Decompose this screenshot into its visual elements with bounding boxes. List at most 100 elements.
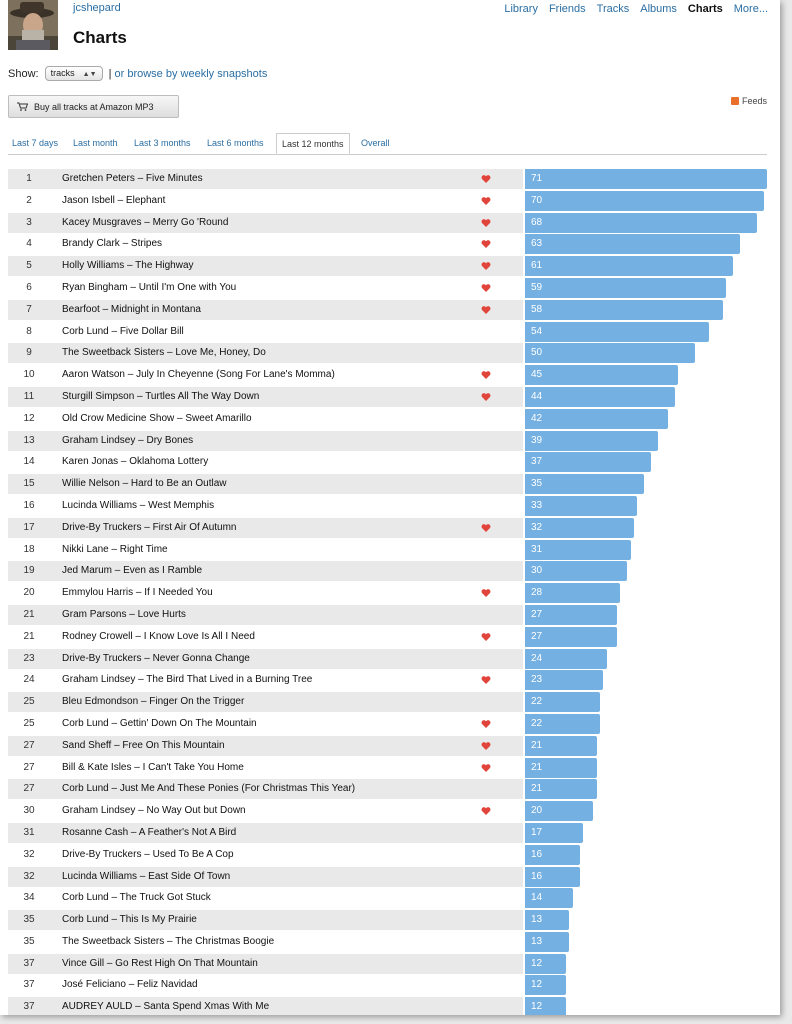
- browse-weekly-link[interactable]: or browse by weekly snapshots: [115, 68, 268, 80]
- playcount-bar[interactable]: 27: [525, 626, 617, 647]
- playcount-bar[interactable]: 30: [525, 561, 627, 582]
- loved-heart-icon[interactable]: [481, 675, 491, 685]
- playcount-bar[interactable]: 33: [525, 495, 637, 516]
- track-link[interactable]: Kacey Musgraves – Merry Go 'Round: [62, 213, 228, 233]
- playcount-bar[interactable]: 35: [525, 474, 644, 495]
- track-link[interactable]: Gretchen Peters – Five Minutes: [62, 169, 203, 189]
- playcount-bar[interactable]: 44: [525, 386, 675, 407]
- show-select[interactable]: tracks ▲▼: [44, 66, 103, 81]
- tab-last-6-months[interactable]: Last 6 months: [207, 133, 264, 153]
- track-link[interactable]: Bill & Kate Isles – I Can't Take You Hom…: [62, 758, 244, 778]
- track-link[interactable]: Lucinda Williams – East Side Of Town: [62, 867, 230, 887]
- track-link[interactable]: Corb Lund – The Truck Got Stuck: [62, 888, 211, 908]
- loved-heart-icon[interactable]: [481, 741, 491, 751]
- loved-heart-icon[interactable]: [481, 632, 491, 642]
- track-link[interactable]: Emmylou Harris – If I Needed You: [62, 583, 213, 603]
- playcount-bar[interactable]: 50: [525, 343, 695, 364]
- track-link[interactable]: Corb Lund – Gettin' Down On The Mountain: [62, 714, 257, 734]
- track-link[interactable]: The Sweetback Sisters – Love Me, Honey, …: [62, 343, 266, 363]
- playcount-bar[interactable]: 23: [525, 670, 603, 691]
- playcount-bar[interactable]: 22: [525, 713, 600, 734]
- track-link[interactable]: Drive-By Truckers – Never Gonna Change: [62, 649, 250, 669]
- playcount-bar[interactable]: 17: [525, 822, 583, 843]
- playcount-bar[interactable]: 54: [525, 321, 709, 342]
- playcount-bar[interactable]: 13: [525, 931, 569, 952]
- loved-heart-icon[interactable]: [481, 218, 491, 228]
- track-link[interactable]: Willie Nelson – Hard to Be an Outlaw: [62, 474, 227, 494]
- track-link[interactable]: Graham Lindsey – Dry Bones: [62, 431, 193, 451]
- track-link[interactable]: Bleu Edmondson – Finger On the Trigger: [62, 692, 244, 712]
- track-link[interactable]: Corb Lund – This Is My Prairie: [62, 910, 197, 930]
- playcount-bar[interactable]: 39: [525, 430, 658, 451]
- playcount-bar[interactable]: 12: [525, 997, 566, 1015]
- loved-heart-icon[interactable]: [481, 283, 491, 293]
- track-link[interactable]: Graham Lindsey – The Bird That Lived in …: [62, 670, 312, 690]
- track-link[interactable]: Sturgill Simpson – Turtles All The Way D…: [62, 387, 259, 407]
- track-link[interactable]: Aaron Watson – July In Cheyenne (Song Fo…: [62, 365, 335, 385]
- loved-heart-icon[interactable]: [481, 719, 491, 729]
- track-link[interactable]: Drive-By Truckers – Used To Be A Cop: [62, 845, 234, 865]
- playcount-bar[interactable]: 16: [525, 866, 580, 887]
- tab-last-month[interactable]: Last month: [73, 133, 118, 153]
- playcount-bar[interactable]: 12: [525, 953, 566, 974]
- playcount-bar[interactable]: 31: [525, 539, 631, 560]
- playcount-bar[interactable]: 16: [525, 844, 580, 865]
- loved-heart-icon[interactable]: [481, 806, 491, 816]
- loved-heart-icon[interactable]: [481, 196, 491, 206]
- track-link[interactable]: Drive-By Truckers – First Air Of Autumn: [62, 518, 236, 538]
- track-link[interactable]: Brandy Clark – Stripes: [62, 234, 162, 254]
- track-link[interactable]: Corb Lund – Five Dollar Bill: [62, 322, 184, 342]
- playcount-bar[interactable]: 13: [525, 910, 569, 931]
- playcount-bar[interactable]: 21: [525, 735, 597, 756]
- loved-heart-icon[interactable]: [481, 588, 491, 598]
- playcount-bar[interactable]: 32: [525, 517, 634, 538]
- nav-friends[interactable]: Friends: [549, 3, 586, 15]
- playcount-bar[interactable]: 42: [525, 408, 668, 429]
- playcount-bar[interactable]: 71: [525, 169, 767, 189]
- track-link[interactable]: Karen Jonas – Oklahoma Lottery: [62, 452, 208, 472]
- track-link[interactable]: Jason Isbell – Elephant: [62, 191, 165, 211]
- loved-heart-icon[interactable]: [481, 763, 491, 773]
- track-link[interactable]: Gram Parsons – Love Hurts: [62, 605, 186, 625]
- track-link[interactable]: José Feliciano – Feliz Navidad: [62, 975, 198, 995]
- loved-heart-icon[interactable]: [481, 523, 491, 533]
- nav-library[interactable]: Library: [504, 3, 538, 15]
- track-link[interactable]: Lucinda Williams – West Memphis: [62, 496, 214, 516]
- track-link[interactable]: Rodney Crowell – I Know Love Is All I Ne…: [62, 627, 255, 647]
- track-link[interactable]: Rosanne Cash – A Feather's Not A Bird: [62, 823, 236, 843]
- track-link[interactable]: The Sweetback Sisters – The Christmas Bo…: [62, 932, 274, 952]
- track-link[interactable]: Jed Marum – Even as I Ramble: [62, 561, 202, 581]
- playcount-bar[interactable]: 20: [525, 801, 593, 822]
- tab-last-7-days[interactable]: Last 7 days: [12, 133, 58, 153]
- playcount-bar[interactable]: 12: [525, 975, 566, 996]
- playcount-bar[interactable]: 45: [525, 365, 678, 386]
- track-link[interactable]: Corb Lund – Just Me And These Ponies (Fo…: [62, 779, 355, 799]
- loved-heart-icon[interactable]: [481, 239, 491, 249]
- playcount-bar[interactable]: 68: [525, 212, 757, 233]
- tab-last-3-months[interactable]: Last 3 months: [134, 133, 191, 153]
- playcount-bar[interactable]: 58: [525, 299, 723, 320]
- playcount-bar[interactable]: 21: [525, 757, 597, 778]
- playcount-bar[interactable]: 21: [525, 779, 597, 800]
- username-link[interactable]: jcshepard: [73, 2, 121, 14]
- loved-heart-icon[interactable]: [481, 305, 491, 315]
- playcount-bar[interactable]: 27: [525, 604, 617, 625]
- playcount-bar[interactable]: 61: [525, 256, 733, 277]
- avatar[interactable]: [8, 0, 58, 50]
- playcount-bar[interactable]: 24: [525, 648, 607, 669]
- loved-heart-icon[interactable]: [481, 261, 491, 271]
- tab-overall[interactable]: Overall: [361, 133, 390, 153]
- playcount-bar[interactable]: 59: [525, 277, 726, 298]
- track-link[interactable]: AUDREY AULD – Santa Spend Xmas With Me: [62, 997, 269, 1015]
- track-link[interactable]: Holly Williams – The Highway: [62, 256, 194, 276]
- track-link[interactable]: Graham Lindsey – No Way Out but Down: [62, 801, 246, 821]
- buy-all-tracks-button[interactable]: Buy all tracks at Amazon MP3: [8, 95, 179, 118]
- playcount-bar[interactable]: 28: [525, 583, 620, 604]
- nav-albums[interactable]: Albums: [640, 3, 677, 15]
- track-link[interactable]: Old Crow Medicine Show – Sweet Amarillo: [62, 409, 252, 429]
- playcount-bar[interactable]: 37: [525, 452, 651, 473]
- playcount-bar[interactable]: 22: [525, 692, 600, 713]
- playcount-bar[interactable]: 14: [525, 888, 573, 909]
- feeds-link[interactable]: Feeds: [730, 96, 767, 106]
- nav-more[interactable]: More...: [734, 3, 768, 15]
